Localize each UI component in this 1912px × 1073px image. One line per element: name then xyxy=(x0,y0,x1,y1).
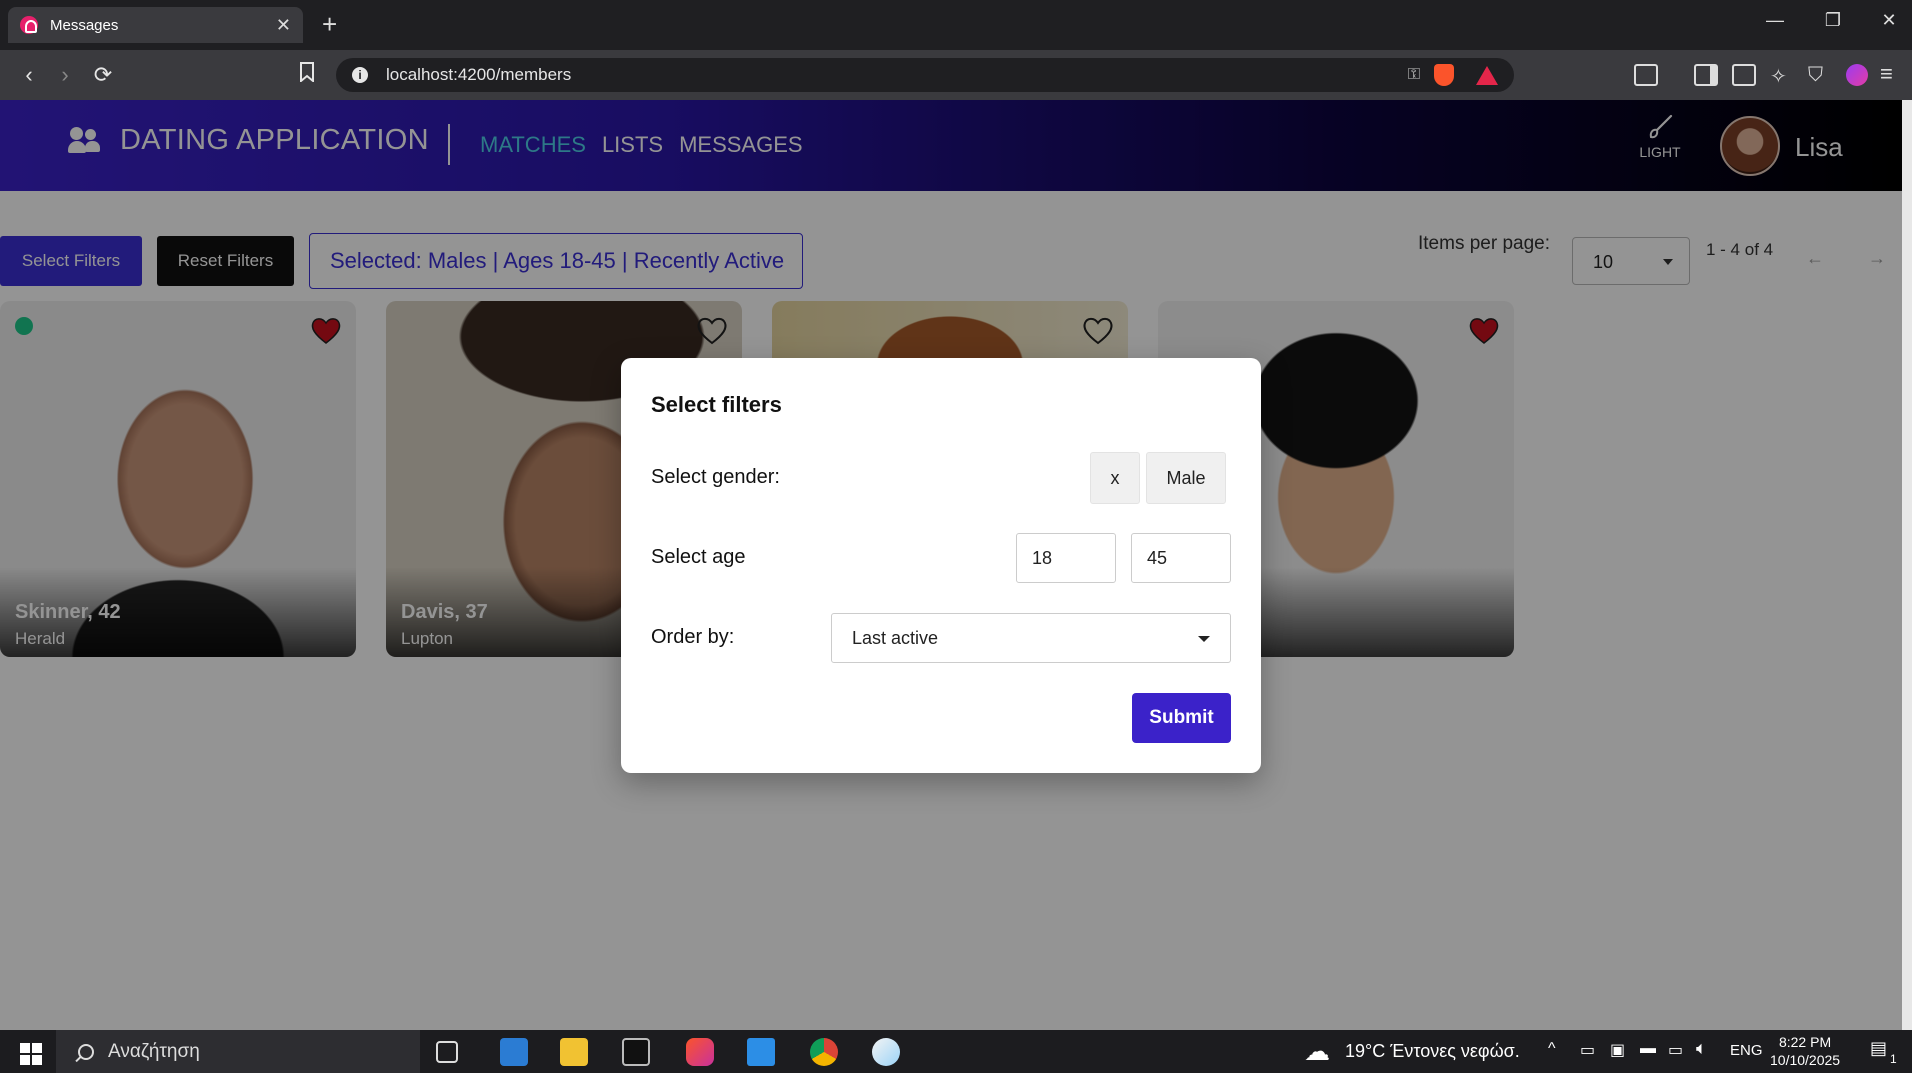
search-placeholder: Αναζήτηση xyxy=(108,1040,200,1062)
leo-ai-icon[interactable]: ✧ xyxy=(1770,64,1794,88)
brave-browser-icon[interactable] xyxy=(686,1038,714,1066)
brave-rewards-icon[interactable] xyxy=(1476,65,1498,85)
taskbar-search[interactable]: Αναζήτηση xyxy=(56,1030,420,1073)
task-view-icon[interactable] xyxy=(436,1041,458,1063)
password-key-icon[interactable]: ⚿ xyxy=(1408,66,1420,84)
reader-mode-icon[interactable] xyxy=(1634,64,1658,86)
browser-tab-bar: Messages ✕ + — ❐ ✕ xyxy=(0,0,1912,50)
weather-cloud-icon[interactable]: ☁ xyxy=(1304,1036,1330,1067)
tray-onedrive-icon[interactable]: ▣ xyxy=(1610,1040,1625,1060)
browser-tab[interactable]: Messages ✕ xyxy=(8,7,303,43)
language-indicator[interactable]: ENG xyxy=(1730,1042,1763,1059)
tab-close-icon[interactable]: ✕ xyxy=(276,15,291,36)
forward-arrow-icon[interactable]: › xyxy=(50,61,80,91)
back-arrow-icon[interactable]: ‹ xyxy=(14,61,44,91)
tab-title: Messages xyxy=(50,16,119,34)
page-scrollbar[interactable] xyxy=(1902,100,1912,1030)
order-by-select[interactable]: Last active xyxy=(831,613,1231,663)
tray-meet-icon[interactable]: ▭ xyxy=(1580,1040,1595,1060)
paint-icon[interactable] xyxy=(872,1038,900,1066)
min-age-input[interactable]: 18 xyxy=(1016,533,1116,583)
file-explorer-icon[interactable] xyxy=(560,1038,588,1066)
volume-icon[interactable]: 🔈︎ xyxy=(1696,1038,1707,1059)
restore-button[interactable]: ❐ xyxy=(1818,10,1848,31)
weather-text[interactable]: 19°C Έντονες νεφώσ. xyxy=(1345,1041,1520,1062)
menu-icon[interactable]: ≡ xyxy=(1880,63,1904,86)
profile-icon[interactable] xyxy=(1846,64,1868,86)
gender-male-button[interactable]: Male xyxy=(1146,452,1226,504)
browser-toolbar: ‹ › ⟳ i localhost:4200/members ⚿ ✧ ⛉ ≡ xyxy=(0,50,1912,100)
bookmark-icon[interactable] xyxy=(292,61,322,91)
url-text[interactable]: localhost:4200/members xyxy=(386,65,1408,85)
vscode-icon[interactable] xyxy=(747,1038,775,1066)
age-label: Select age xyxy=(651,546,746,568)
angular-favicon-icon xyxy=(20,16,38,34)
app-viewport: DATING APPLICATION MATCHES LISTS MESSAGE… xyxy=(0,100,1902,1030)
sidebar-toggle-icon[interactable] xyxy=(1694,64,1718,86)
chrome-icon[interactable] xyxy=(810,1038,838,1066)
modal-title: Select filters xyxy=(651,392,782,417)
max-age-input[interactable]: 45 xyxy=(1131,533,1231,583)
site-info-icon[interactable]: i xyxy=(352,67,368,83)
clear-gender-button[interactable]: x xyxy=(1090,452,1140,504)
word-icon[interactable] xyxy=(500,1038,528,1066)
reload-icon[interactable]: ⟳ xyxy=(88,61,118,91)
terminal-icon[interactable] xyxy=(622,1038,650,1066)
tray-chevron-icon[interactable]: ^ xyxy=(1548,1040,1556,1058)
windows-taskbar: Αναζήτηση ☁ 19°C Έντονες νεφώσ. ^ ▭ ▣ ▬ … xyxy=(0,1030,1912,1073)
minimize-button[interactable]: — xyxy=(1760,10,1790,31)
wallet-icon[interactable] xyxy=(1732,64,1756,86)
clock[interactable]: 8:22 PM 10/10/2025 xyxy=(1770,1033,1840,1069)
network-icon[interactable]: ▭ xyxy=(1668,1040,1683,1060)
clock-date: 10/10/2025 xyxy=(1770,1052,1841,1068)
brave-shields-icon[interactable] xyxy=(1434,64,1454,86)
vpn-shield-icon[interactable]: ⛉ xyxy=(1808,64,1832,86)
gender-label: Select gender: xyxy=(651,466,780,488)
clock-time: 8:22 PM xyxy=(1778,1034,1832,1050)
order-by-value: Last active xyxy=(852,628,939,648)
caret-down-icon xyxy=(1198,636,1210,642)
notifications-icon[interactable]: ▤ xyxy=(1870,1038,1887,1059)
order-by-label: Order by: xyxy=(651,626,735,648)
address-bar[interactable]: i localhost:4200/members ⚿ xyxy=(336,58,1514,92)
battery-icon[interactable]: ▬ xyxy=(1640,1040,1656,1058)
new-tab-button[interactable]: + xyxy=(322,10,337,38)
submit-button[interactable]: Submit xyxy=(1132,693,1231,743)
close-window-button[interactable]: ✕ xyxy=(1874,10,1904,31)
windows-start-icon[interactable] xyxy=(20,1043,42,1065)
notification-count: 1 xyxy=(1890,1052,1897,1066)
filters-modal: Select filters Select gender: x Male Sel… xyxy=(621,358,1261,773)
search-icon xyxy=(78,1043,94,1060)
